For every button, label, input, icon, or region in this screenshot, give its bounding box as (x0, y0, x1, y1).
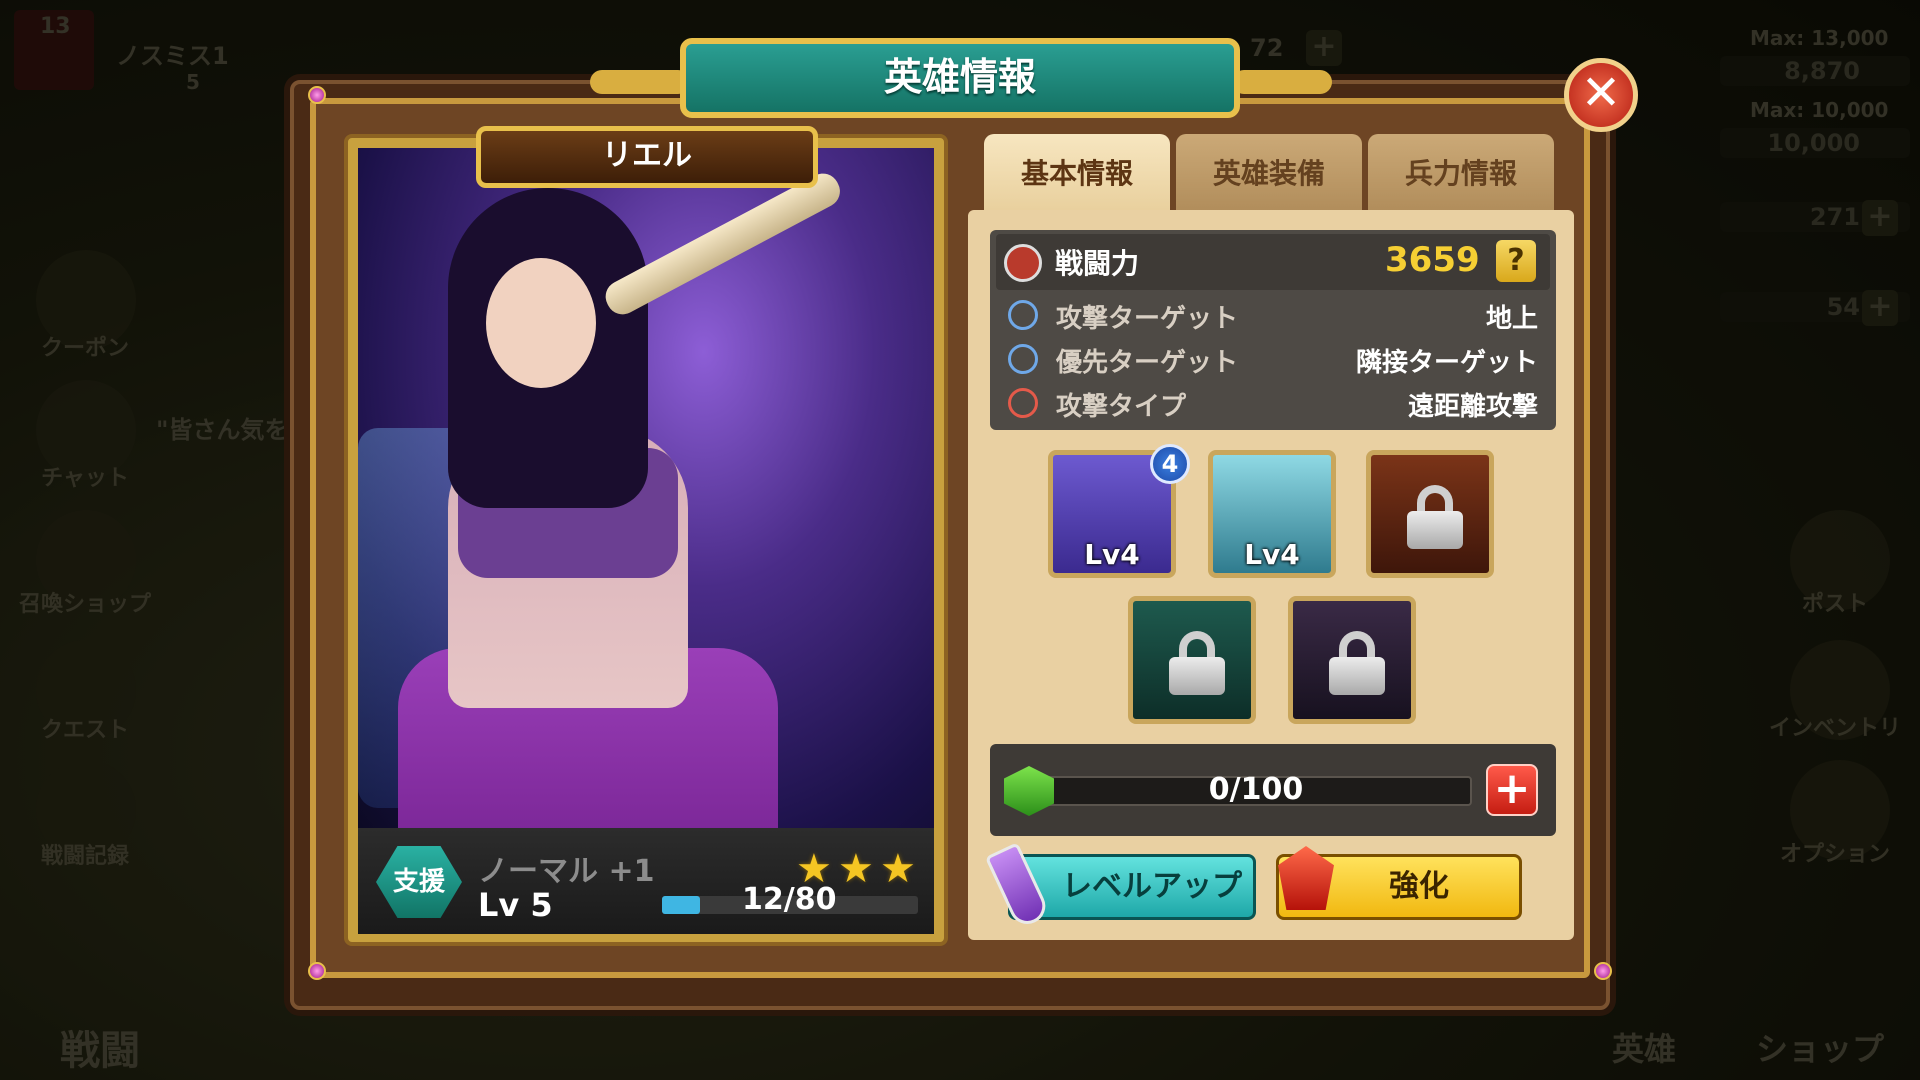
portrait-face (486, 258, 596, 388)
level-up-button[interactable]: レベルアップ (1008, 854, 1256, 920)
stat-label: 攻撃タイプ (1056, 392, 1187, 422)
equip-count-badge: 4 (1150, 444, 1190, 484)
stat-row-priority-target: 優先ターゲット 隣接ターゲット (1000, 338, 1546, 380)
tab-hero-equipment[interactable]: 英雄装備 (1176, 134, 1362, 214)
gem-add-button[interactable]: + (1486, 764, 1538, 816)
stat-value: 遠距離攻撃 (1407, 392, 1538, 422)
power-value: 3659 (1385, 240, 1480, 280)
gem-progress-text: 0/100 (1208, 772, 1304, 807)
power-label: 戦闘力 (1055, 247, 1140, 280)
equip-slot-leaf-locked[interactable] (1128, 596, 1256, 724)
equip-slot-sword-locked[interactable] (1366, 450, 1494, 578)
title-wing-right (1232, 70, 1332, 94)
stat-label: 攻撃ターゲット (1056, 304, 1239, 334)
equip-level: Lv4 (1244, 538, 1300, 571)
xp-text: 12/80 (742, 882, 837, 917)
hero-level: Lv 5 (478, 886, 553, 924)
xp-bar-fill (662, 896, 701, 914)
lock-icon (1407, 485, 1463, 549)
crosshair-icon (1008, 300, 1038, 330)
title-wing-left (590, 70, 690, 94)
equip-level: Lv4 (1084, 538, 1140, 571)
star-icon: ★ (880, 846, 916, 892)
help-button[interactable]: ? (1496, 240, 1536, 282)
stat-value: 隣接ターゲット (1355, 348, 1538, 378)
tab-troop-info[interactable]: 兵力情報 (1368, 134, 1554, 214)
stat-row-attack-target: 攻撃ターゲット 地上 (1000, 294, 1546, 336)
hero-rarity: ノーマル +1 (478, 854, 655, 889)
dialog-title: 英雄情報 (680, 38, 1240, 118)
close-button[interactable]: ✕ (1564, 58, 1638, 132)
star-icon: ★ (838, 846, 874, 892)
cross-target-icon (1008, 344, 1038, 374)
frame-gem-decor (308, 86, 326, 104)
tab-basic-info[interactable]: 基本情報 (984, 134, 1170, 214)
lock-icon (1329, 631, 1385, 695)
stat-label: 優先ターゲット (1056, 348, 1239, 378)
frame-gem-decor (1594, 962, 1612, 980)
frame-gem-decor (308, 962, 326, 980)
hero-portrait (358, 148, 934, 828)
sword-icon (1004, 244, 1042, 282)
skull-icon (1008, 388, 1038, 418)
lock-icon (1169, 631, 1225, 695)
equip-slot-shield-locked[interactable] (1288, 596, 1416, 724)
stat-row-attack-type: 攻撃タイプ 遠距離攻撃 (1000, 382, 1546, 424)
stat-value: 地上 (1485, 304, 1538, 334)
equip-slot-feather[interactable]: Lv4 (1208, 450, 1336, 578)
hero-name: リエル (476, 126, 818, 188)
